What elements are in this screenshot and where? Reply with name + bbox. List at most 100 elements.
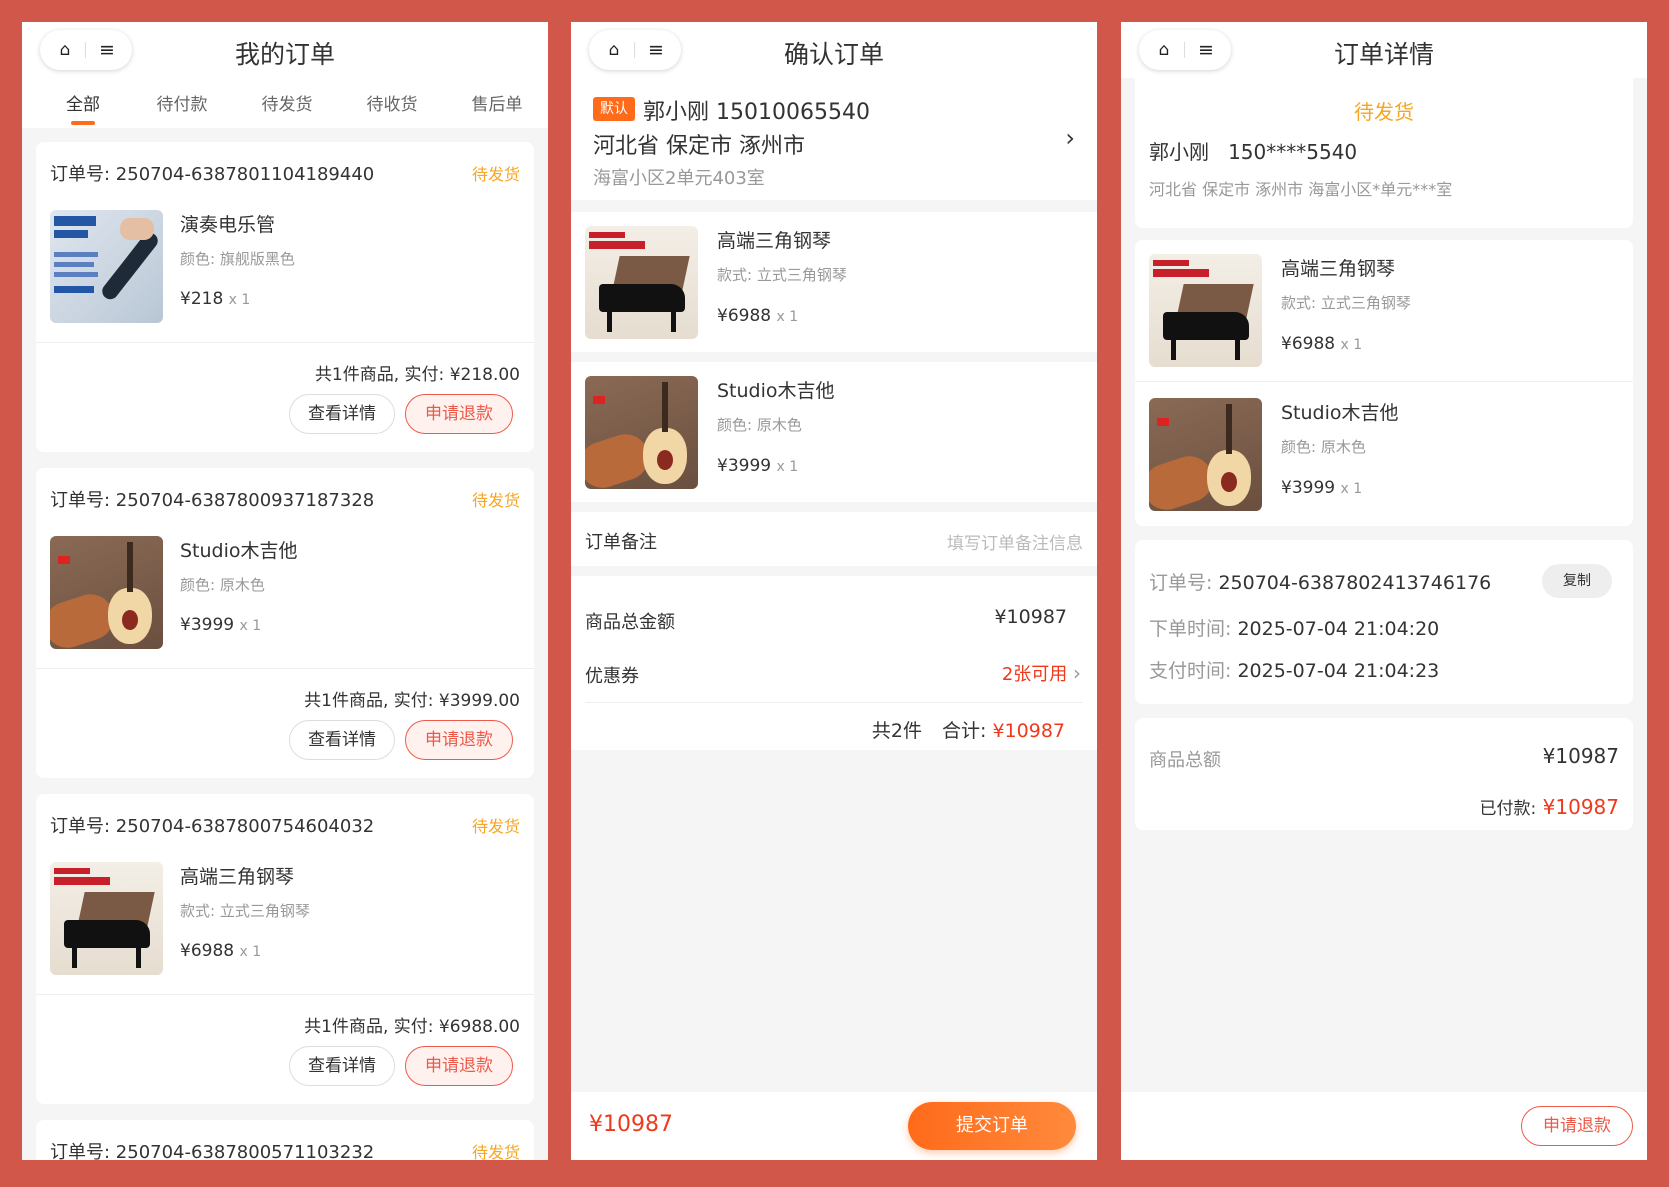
submit-order-button[interactable]: 提交订单 <box>908 1102 1076 1150</box>
recipient-name-phone: 郭小刚 150****5540 <box>1149 140 1358 164</box>
order-card: 订单号: 250704-6387800571103232 待发货 <box>36 1120 534 1160</box>
guitar-neck <box>1226 404 1232 454</box>
order-status: 待发货 <box>1354 100 1414 124</box>
total-value: ¥10987 <box>994 606 1067 628</box>
pay-time-row: 支付时间: 2025-07-04 21:04:23 <box>1149 656 1439 683</box>
product-price: ¥3999 <box>1281 478 1336 498</box>
product-spec: 款式: 立式三角钢琴 <box>180 902 310 920</box>
product-spec: 款式: 立式三角钢琴 <box>717 266 847 284</box>
recipient-address: 河北省 保定市 涿州市 海富小区*单元***室 <box>1149 180 1453 199</box>
product-qty: x 1 <box>1340 481 1363 497</box>
piano-leg <box>1235 340 1240 360</box>
coupon-selector[interactable]: 2张可用 › <box>1002 660 1081 686</box>
product-price-line: ¥3999 x 1 <box>180 615 261 635</box>
order-status: 待发货 <box>471 1143 520 1160</box>
order-info-card: 订单号: 250704-6387802413746176 复制 下单时间: 20… <box>1135 540 1633 704</box>
order-total-line: 共2件 合计: ¥10987 <box>872 716 1065 743</box>
product-name: Studio木吉他 <box>180 540 298 562</box>
order-number-row: 订单号: 250704-6387802413746176 <box>1149 568 1491 595</box>
product-spec: 款式: 立式三角钢琴 <box>1281 294 1411 312</box>
product-qty: x 1 <box>776 459 799 475</box>
apply-refund-button[interactable]: 申请退款 <box>405 394 513 434</box>
product-spec: 颜色: 原木色 <box>180 576 265 594</box>
product-image-eflute[interactable] <box>50 210 163 323</box>
divider <box>585 702 1083 703</box>
product-image-piano[interactable] <box>585 226 698 339</box>
address-card[interactable]: 默认 郭小刚 15010065540 河北省 保定市 涿州市 海富小区2单元40… <box>571 78 1097 200</box>
remark-input[interactable]: 填写订单备注信息 <box>947 529 1083 554</box>
guitar-pickguard <box>1221 472 1237 492</box>
view-detail-button[interactable]: 查看详情 <box>289 394 395 434</box>
product-qty: x 1 <box>239 618 262 634</box>
product-price: ¥6988 <box>180 941 235 961</box>
product-name: 高端三角钢琴 <box>180 866 295 888</box>
product-image-guitar[interactable] <box>585 376 698 489</box>
hand-shape <box>120 218 154 240</box>
image-banner <box>54 252 98 257</box>
product-qty: x 1 <box>239 944 262 960</box>
product-price: ¥6988 <box>717 306 772 326</box>
product-price-line: ¥6988 x 1 <box>1281 334 1362 354</box>
guitar-pickguard <box>122 610 138 630</box>
product-price-line: ¥3999 x 1 <box>717 456 798 476</box>
apply-refund-button[interactable]: 申请退款 <box>1521 1106 1633 1146</box>
order-card: 订单号: 250704-6387801104189440 待发货 演奏电乐管 颜… <box>36 142 534 452</box>
chevron-right-icon: › <box>1065 124 1075 152</box>
remark-row[interactable]: 订单备注 填写订单备注信息 <box>571 512 1097 566</box>
paid-value: ¥10987 <box>1542 795 1619 819</box>
image-banner <box>54 286 94 293</box>
tab-pending-payment[interactable]: 待付款 <box>147 90 217 115</box>
price-summary: 商品总金额 ¥10987 优惠券 2张可用 › 共2件 合计: ¥10987 <box>571 576 1097 750</box>
goods-total: ¥10987 <box>1542 744 1619 768</box>
piano-body <box>64 920 150 948</box>
copy-button[interactable]: 复制 <box>1542 564 1612 598</box>
paid-label: 已付款: <box>1479 799 1537 819</box>
order-time-row: 下单时间: 2025-07-04 21:04:20 <box>1149 614 1439 641</box>
order-number: 订单号: 250704-6387801104189440 <box>50 164 375 185</box>
divider <box>36 994 534 995</box>
header: ⌂ ≡ 确认订单 <box>571 22 1097 78</box>
image-banner <box>1153 269 1209 277</box>
order-detail-panel: ⌂ ≡ 订单详情 待发货 郭小刚 150****5540 河北省 保定市 涿州市… <box>1121 22 1647 1160</box>
order-card: 订单号: 250704-6387800937187328 待发货 Studio木… <box>36 468 534 778</box>
order-status: 待发货 <box>471 491 520 510</box>
product-image-guitar[interactable] <box>50 536 163 649</box>
view-detail-button[interactable]: 查看详情 <box>289 1046 395 1086</box>
tab-active-indicator <box>71 121 95 125</box>
my-orders-panel: ⌂ ≡ 我的订单 全部 待付款 待发货 待收货 售后单 订单号: 250704-… <box>22 22 548 1160</box>
image-banner <box>54 230 88 238</box>
guitar-neck <box>127 542 133 592</box>
divider <box>1135 381 1633 382</box>
image-banner <box>54 877 110 885</box>
tab-all[interactable]: 全部 <box>58 90 108 125</box>
product-spec: 颜色: 旗舰版黑色 <box>180 250 295 268</box>
tab-after-sales[interactable]: 售后单 <box>462 90 532 115</box>
piano-leg <box>671 312 676 332</box>
apply-refund-button[interactable]: 申请退款 <box>405 1046 513 1086</box>
logo-badge <box>1157 418 1169 426</box>
piano-leg <box>72 948 77 968</box>
sum-label: 合计: <box>942 720 987 742</box>
product-image-piano[interactable] <box>1149 254 1262 367</box>
chevron-right-icon: › <box>1073 661 1081 685</box>
order-time: 2025-07-04 21:04:20 <box>1237 618 1440 640</box>
order-number-label: 订单号: <box>1149 572 1213 594</box>
product-image-piano[interactable] <box>50 862 163 975</box>
tabs-bar: 全部 待付款 待发货 待收货 售后单 <box>22 78 548 128</box>
apply-refund-button[interactable]: 申请退款 <box>405 720 513 760</box>
order-summary: 共1件商品, 实付: ¥6988.00 <box>304 1017 520 1037</box>
product-price: ¥3999 <box>717 456 772 476</box>
view-detail-button[interactable]: 查看详情 <box>289 720 395 760</box>
tab-pending-shipment[interactable]: 待发货 <box>252 90 322 115</box>
page-title: 确认订单 <box>783 40 884 69</box>
logo-badge <box>58 556 70 564</box>
image-banner <box>54 272 98 277</box>
divider <box>36 668 534 669</box>
sum-value: ¥10987 <box>992 720 1065 742</box>
tab-pending-receipt[interactable]: 待收货 <box>357 90 427 115</box>
cart-item: 高端三角钢琴 款式: 立式三角钢琴 ¥6988 x 1 <box>571 212 1097 352</box>
product-image-guitar[interactable] <box>1149 398 1262 511</box>
pay-time-label: 支付时间: <box>1149 660 1232 682</box>
image-banner <box>54 216 96 226</box>
item-count: 共2件 <box>871 720 922 742</box>
